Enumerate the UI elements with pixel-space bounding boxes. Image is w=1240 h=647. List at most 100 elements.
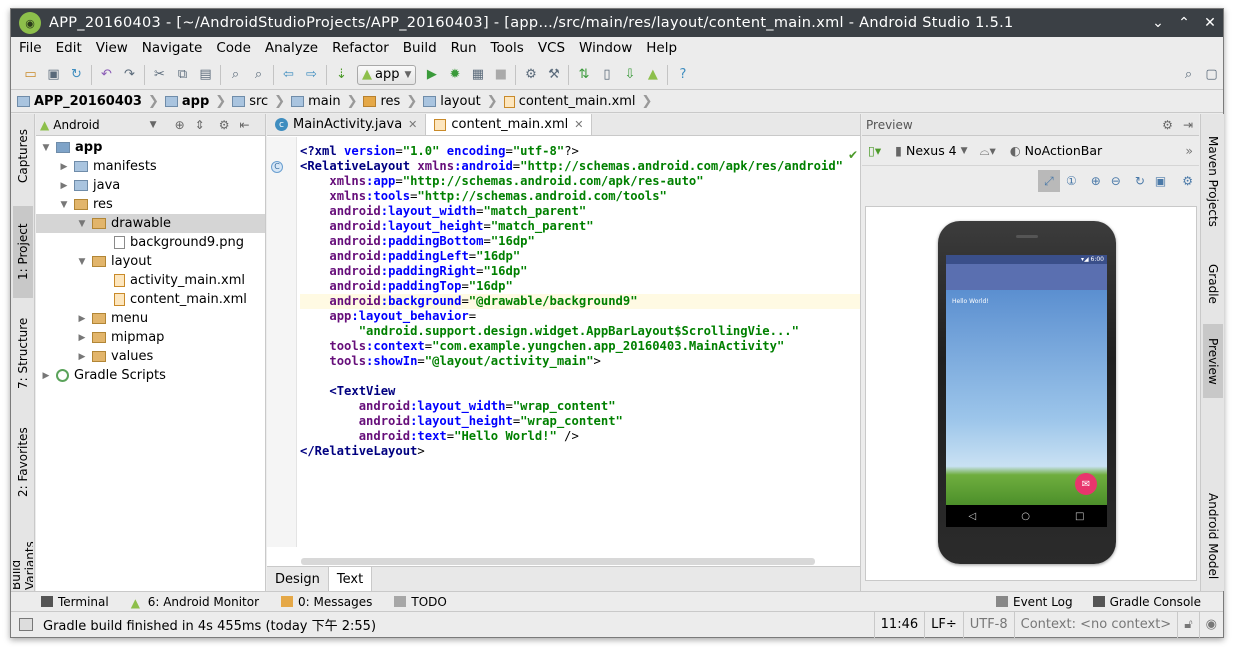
tab-structure[interactable]: 7: Structure bbox=[13, 308, 33, 398]
breadcrumb-res[interactable]: res ❯ bbox=[363, 94, 417, 109]
breadcrumb-project[interactable]: APP_20160403 ❯ bbox=[17, 94, 159, 109]
search-everywhere-icon[interactable]: ⌕ bbox=[1177, 64, 1200, 86]
menu-run[interactable]: Run bbox=[451, 40, 477, 56]
inspector-icon[interactable]: ◉ bbox=[1198, 611, 1223, 638]
code-line[interactable]: <RelativeLayout xmlns:android="http://sc… bbox=[300, 159, 860, 174]
menu-help[interactable]: Help bbox=[646, 40, 677, 56]
tab-android-model[interactable]: Android Model bbox=[1203, 486, 1223, 586]
todo-button[interactable]: TODO bbox=[394, 595, 447, 609]
sdk-manager-icon[interactable]: ⇩ bbox=[618, 64, 641, 86]
menu-code[interactable]: Code bbox=[216, 40, 251, 56]
layout-file-icon[interactable]: ▯▾ bbox=[868, 143, 881, 158]
tree-item-app[interactable]: ▼ app bbox=[36, 138, 265, 157]
actual-size-icon[interactable]: ① bbox=[1066, 174, 1077, 188]
menu-file[interactable]: File bbox=[19, 40, 42, 56]
tree-item-gradle-scripts[interactable]: ▶ Gradle Scripts bbox=[36, 366, 265, 385]
screenshot-icon[interactable]: ▣ bbox=[1155, 174, 1166, 188]
event-icon[interactable]: ▢ bbox=[1200, 64, 1223, 86]
class-marker-icon[interactable]: C bbox=[271, 161, 283, 173]
close-icon[interactable]: ✕ bbox=[408, 118, 417, 131]
breadcrumb-src[interactable]: src ❯ bbox=[232, 94, 285, 109]
gear-icon[interactable]: ⚙ bbox=[219, 118, 230, 132]
code-line[interactable] bbox=[300, 369, 860, 384]
theme-select[interactable]: NoActionBar bbox=[1025, 143, 1103, 158]
code-line[interactable]: android:paddingBottom="16dp" bbox=[300, 234, 860, 249]
tree-item-layout[interactable]: ▼ layout bbox=[36, 252, 265, 271]
editor-gutter[interactable]: C bbox=[267, 137, 297, 547]
code-line[interactable]: android:layout_height="wrap_content" bbox=[300, 414, 860, 429]
orientation-icon[interactable]: ⌓▾ bbox=[980, 143, 996, 159]
tab-captures[interactable]: Captures bbox=[13, 120, 33, 192]
run-config-select[interactable]: ▲ app ▼ bbox=[357, 64, 417, 85]
menu-build[interactable]: Build bbox=[403, 40, 437, 56]
tree-item-background9[interactable]: background9.png bbox=[36, 233, 265, 252]
run-icon[interactable]: ▶ bbox=[420, 64, 443, 86]
tab-mainactivity[interactable]: c MainActivity.java ✕ bbox=[267, 114, 427, 135]
code-line[interactable]: </RelativeLayout> bbox=[300, 444, 860, 459]
messages-button[interactable]: 0: Messages bbox=[281, 595, 372, 609]
zoom-out-icon[interactable]: ⊖ bbox=[1111, 174, 1121, 188]
tab-design[interactable]: Design bbox=[267, 567, 329, 591]
breadcrumb-file[interactable]: content_main.xml ❯ bbox=[503, 94, 652, 109]
toggle-tool-buttons-icon[interactable] bbox=[19, 618, 33, 631]
gradle-console-button[interactable]: Gradle Console bbox=[1092, 595, 1201, 609]
zoom-in-icon[interactable]: ⊕ bbox=[1091, 174, 1101, 188]
debug-icon[interactable]: ✹ bbox=[443, 64, 466, 86]
tree-item-values[interactable]: ▶ values bbox=[36, 347, 265, 366]
code-text[interactable]: <?xml version="1.0" encoding="utf-8"?> <R… bbox=[300, 144, 860, 459]
android-monitor-button[interactable]: ▲ 6: Android Monitor bbox=[131, 595, 259, 611]
settings-icon[interactable]: ⚙ bbox=[1182, 174, 1193, 188]
zoom-fit-icon[interactable]: ⤢ bbox=[1037, 170, 1060, 192]
caret-position[interactable]: 11:46 bbox=[873, 611, 924, 638]
tree-item-mipmap[interactable]: ▶ mipmap bbox=[36, 328, 265, 347]
code-line[interactable]: xmlns:app="http://schemas.android.com/ap… bbox=[300, 174, 860, 189]
code-line[interactable]: android:paddingLeft="16dp" bbox=[300, 249, 860, 264]
code-line[interactable]: xmlns:tools="http://schemas.android.com/… bbox=[300, 189, 860, 204]
menu-refactor[interactable]: Refactor bbox=[332, 40, 389, 56]
context-indicator[interactable]: Context: <no context> bbox=[1013, 611, 1178, 638]
gear-icon[interactable]: ⚙ bbox=[1162, 118, 1173, 132]
code-line[interactable]: "android.support.design.widget.AppBarLay… bbox=[300, 324, 860, 339]
android-device-monitor-icon[interactable]: ▲ bbox=[641, 64, 664, 86]
code-line[interactable]: android:layout_height="match_parent" bbox=[300, 219, 860, 234]
copy-icon[interactable]: ⧉ bbox=[171, 64, 194, 86]
tab-project[interactable]: 1: Project bbox=[13, 206, 33, 298]
project-view-select[interactable]: Android bbox=[53, 118, 99, 132]
hide-panel-icon[interactable]: ⇤ bbox=[239, 118, 249, 132]
tab-preview[interactable]: Preview bbox=[1203, 324, 1223, 398]
settings-icon[interactable]: ⚒ bbox=[542, 64, 565, 86]
scroll-from-source-icon[interactable]: ⊕ bbox=[175, 118, 185, 132]
maximize-icon[interactable]: ⌃ bbox=[1171, 15, 1197, 31]
lock-icon[interactable]: 🔓︎ bbox=[1177, 611, 1198, 638]
menu-analyze[interactable]: Analyze bbox=[265, 40, 318, 56]
stop-icon[interactable]: ■ bbox=[489, 64, 512, 86]
tab-text[interactable]: Text bbox=[328, 567, 373, 591]
project-structure-icon[interactable]: ⚙ bbox=[519, 64, 542, 86]
find-icon[interactable]: ⌕ bbox=[224, 64, 247, 86]
breadcrumb-layout[interactable]: layout ❯ bbox=[423, 94, 498, 109]
replace-icon[interactable]: ⌕ bbox=[247, 64, 270, 86]
tab-gradle[interactable]: Gradle bbox=[1203, 254, 1223, 314]
make-project-icon[interactable]: ⇣ bbox=[330, 64, 353, 86]
attach-debugger-icon[interactable]: ▦ bbox=[466, 64, 489, 86]
tree-item-res[interactable]: ▼ res bbox=[36, 195, 265, 214]
code-line[interactable]: tools:showIn="@layout/activity_main"> bbox=[300, 354, 860, 369]
code-line[interactable]: android:text="Hello World!" /> bbox=[300, 429, 860, 444]
menu-view[interactable]: View bbox=[96, 40, 128, 56]
file-encoding[interactable]: UTF-8 bbox=[962, 611, 1014, 638]
close-icon[interactable]: ✕ bbox=[574, 118, 583, 131]
cut-icon[interactable]: ✂ bbox=[148, 64, 171, 86]
line-separator[interactable]: LF÷ bbox=[924, 611, 963, 638]
menu-vcs[interactable]: VCS bbox=[538, 40, 565, 56]
tree-item-content-main[interactable]: content_main.xml bbox=[36, 290, 265, 309]
tree-item-activity-main[interactable]: activity_main.xml bbox=[36, 271, 265, 290]
menu-navigate[interactable]: Navigate bbox=[142, 40, 203, 56]
code-line[interactable]: <TextView bbox=[300, 384, 860, 399]
menu-edit[interactable]: Edit bbox=[56, 40, 82, 56]
horizontal-scrollbar[interactable] bbox=[301, 558, 815, 565]
save-all-icon[interactable]: ▣ bbox=[42, 64, 65, 86]
sync-icon[interactable]: ↻ bbox=[65, 64, 88, 86]
tab-maven-projects[interactable]: Maven Projects bbox=[1203, 126, 1223, 236]
forward-icon[interactable]: ⇨ bbox=[300, 64, 323, 86]
breadcrumb-main[interactable]: main ❯ bbox=[291, 94, 357, 109]
